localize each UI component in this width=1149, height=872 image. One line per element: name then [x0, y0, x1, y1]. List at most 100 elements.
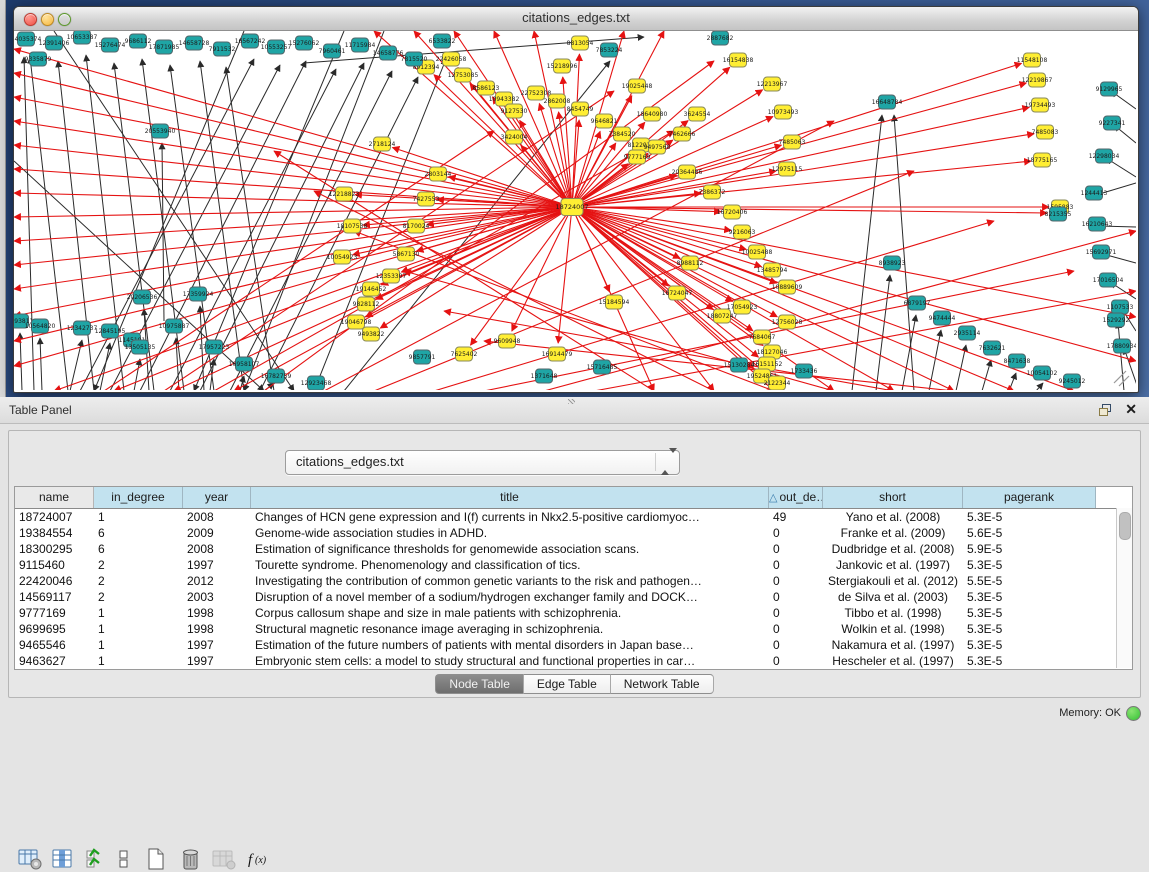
edge[interactable] — [54, 31, 294, 390]
selected-edge[interactable] — [444, 311, 894, 390]
tab-edge-table[interactable]: Edge Table — [524, 674, 611, 694]
table-cell-name[interactable]: 9463627 — [15, 653, 94, 669]
unselect-all-columns-icon[interactable] — [118, 846, 130, 872]
table-cell-name[interactable]: 14569117 — [15, 589, 94, 605]
table-cell-name[interactable]: 18724007 — [15, 509, 94, 525]
table-cell-pagerank[interactable]: 5.6E-5 — [963, 525, 1096, 541]
graph-node-19025448[interactable]: 19025448 — [622, 79, 653, 93]
graph-node-22426058[interactable]: 22426058 — [436, 52, 467, 66]
left-panel-splitter[interactable] — [0, 0, 6, 397]
table-row[interactable]: 946554611997Estimation of the future num… — [15, 637, 1132, 653]
table-cell-name[interactable]: 22420046 — [15, 573, 94, 589]
table-cell-short[interactable]: Stergiakouli et al. (2012) — [823, 573, 963, 589]
tab-node-table[interactable]: Node Table — [435, 674, 524, 694]
graph-node-7485063[interactable]: 7485063 — [779, 135, 806, 149]
table-cell-pagerank[interactable]: 5.5E-5 — [963, 573, 1096, 589]
edge[interactable] — [20, 333, 22, 390]
table-cell-year[interactable]: 1997 — [183, 557, 251, 573]
graph-node-11548108[interactable]: 11548108 — [1017, 53, 1048, 67]
table-mode-icon[interactable] — [18, 846, 42, 872]
edge[interactable] — [1124, 348, 1136, 390]
edge[interactable] — [24, 57, 34, 390]
table-selector-dropdown[interactable]: citations_edges.txt — [285, 450, 680, 475]
graph-node-12975115[interactable]: 12975115 — [772, 162, 803, 176]
table-cell-in_degree[interactable]: 2 — [94, 573, 183, 589]
graph-node-16210643[interactable]: 16210643 — [1082, 217, 1113, 231]
table-cell-short[interactable]: de Silva et al. (2003) — [823, 589, 963, 605]
edge[interactable] — [894, 115, 914, 390]
selected-edge[interactable] — [401, 207, 572, 272]
graph-node-7485083[interactable]: 7485083 — [1032, 125, 1059, 139]
table-cell-title[interactable]: Genome-wide association studies in ADHD. — [251, 525, 769, 541]
table-cell-pagerank[interactable]: 5.3E-5 — [963, 621, 1096, 637]
column-header-name[interactable]: name — [15, 487, 94, 508]
table-cell-title[interactable]: Tourette syndrome. Phenomenology and cla… — [251, 557, 769, 573]
graph-node-7632621[interactable]: 7632621 — [979, 341, 1006, 355]
column-chooser-icon[interactable] — [52, 846, 74, 872]
panel-resize-grip[interactable] — [568, 399, 575, 404]
table-cell-name[interactable]: 18300295 — [15, 541, 94, 557]
table-cell-year[interactable]: 2012 — [183, 573, 251, 589]
edge[interactable] — [40, 338, 42, 390]
memory-ok-led-icon[interactable] — [1126, 706, 1141, 721]
table-cell-year[interactable]: 2008 — [183, 541, 251, 557]
table-cell-title[interactable]: Structural magnetic resonance image aver… — [251, 621, 769, 637]
graph-node-8471638[interactable]: 8471638 — [1004, 354, 1031, 368]
table-cell-title[interactable]: Disruption of a novel member of a sodium… — [251, 589, 769, 605]
edge[interactable] — [1036, 383, 1043, 390]
table-cell-year[interactable]: 1998 — [183, 621, 251, 637]
table-cell-short[interactable]: Wolkin et al. (1998) — [823, 621, 963, 637]
graph-node-9609948[interactable]: 9609948 — [494, 334, 521, 348]
select-all-columns-icon[interactable] — [86, 846, 104, 872]
graph-node-9227341[interactable]: 9227341 — [1099, 116, 1126, 130]
table-row[interactable]: 1456911722003Disruption of a novel membe… — [15, 589, 1132, 605]
graph-node-7625402[interactable]: 7625402 — [451, 347, 478, 361]
graph-node-7462666[interactable]: 7462666 — [669, 127, 696, 141]
table-cell-name[interactable]: 9777169 — [15, 605, 94, 621]
selected-edge[interactable] — [14, 121, 572, 207]
table-cell-out_de[interactable]: 0 — [769, 525, 823, 541]
table-cell-out_de[interactable]: 0 — [769, 589, 823, 605]
graph-node-9857791[interactable]: 9857791 — [409, 350, 436, 364]
table-cell-title[interactable]: Changes of HCN gene expression and I(f) … — [251, 509, 769, 525]
table-cell-in_degree[interactable]: 6 — [94, 525, 183, 541]
table-cell-out_de[interactable]: 0 — [769, 637, 823, 653]
table-cell-title[interactable]: Corpus callosum shape and size in male p… — [251, 605, 769, 621]
table-cell-title[interactable]: Estimation of the future numbers of pati… — [251, 637, 769, 653]
table-cell-title[interactable]: Embryonic stem cells: a model to study s… — [251, 653, 769, 669]
column-header-title[interactable]: title — [251, 487, 769, 508]
table-cell-pagerank[interactable]: 5.3E-5 — [963, 509, 1096, 525]
table-cell-pagerank[interactable]: 5.9E-5 — [963, 541, 1096, 557]
network-canvas[interactable]: 1872400722426058891239412753085858612310… — [14, 31, 1136, 390]
graph-node-15218996[interactable]: 15218996 — [547, 59, 578, 73]
selected-edge[interactable] — [366, 207, 572, 317]
selected-edge[interactable] — [572, 207, 1136, 317]
edge[interactable] — [134, 359, 140, 390]
edge[interactable] — [58, 61, 94, 390]
table-cell-name[interactable]: 19384554 — [15, 525, 94, 541]
graph-node-16154838[interactable]: 16154838 — [723, 53, 754, 67]
graph-node-16958107[interactable]: 16958107 — [229, 357, 260, 371]
table-cell-name[interactable]: 9699695 — [15, 621, 94, 637]
table-row[interactable]: 969969511998Structural magnetic resonanc… — [15, 621, 1132, 637]
scrollbar-thumb[interactable] — [1119, 512, 1131, 540]
selected-edge[interactable] — [572, 207, 777, 283]
graph-node-9245012[interactable]: 9245012 — [1059, 374, 1086, 388]
table-cell-in_degree[interactable]: 1 — [94, 605, 183, 621]
graph-node-9474444[interactable]: 9474444 — [929, 311, 956, 325]
create-new-column-icon[interactable] — [146, 846, 166, 872]
table-cell-name[interactable]: 9115460 — [15, 557, 94, 573]
network-view-window[interactable]: citations_edges.txt 18724007224260588912… — [13, 6, 1139, 393]
column-header-year[interactable]: year — [183, 487, 251, 508]
graph-node-10975887[interactable]: 10975887 — [159, 319, 190, 333]
function-builder-icon[interactable]: f(x) — [246, 846, 272, 872]
table-cell-short[interactable]: Dudbridge et al. (2008) — [823, 541, 963, 557]
graph-node-6533822[interactable]: 6533822 — [429, 34, 456, 48]
graph-node-15276062[interactable]: 15276062 — [289, 36, 320, 50]
graph-node-10054923[interactable]: 10054923 — [327, 250, 358, 264]
table-row[interactable]: 1830029562008Estimation of significance … — [15, 541, 1132, 557]
edge[interactable] — [140, 61, 306, 390]
graph-node-12753085[interactable]: 12753085 — [448, 68, 479, 82]
graph-node-16914479[interactable]: 16914479 — [542, 347, 573, 361]
table-cell-in_degree[interactable]: 2 — [94, 557, 183, 573]
